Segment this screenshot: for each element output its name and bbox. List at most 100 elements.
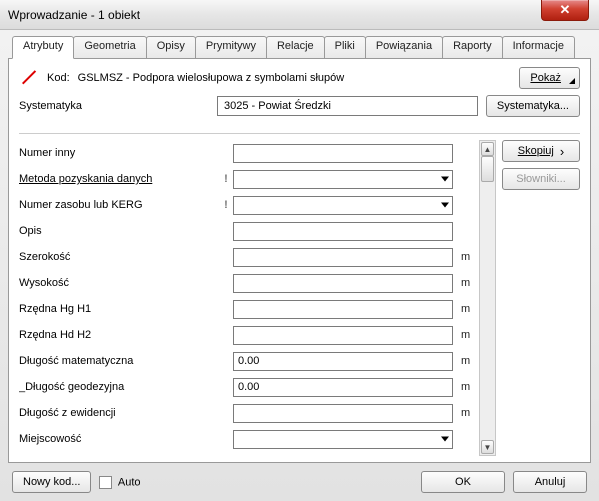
- vertical-scrollbar[interactable]: ▲ ▼: [479, 140, 496, 456]
- combo-input[interactable]: [233, 430, 453, 449]
- attribute-field: [233, 430, 453, 449]
- kod-row: Kod: GSLMSZ - Podpora wielosłupowa z sym…: [19, 67, 580, 89]
- dialog-body: Atrybuty Geometria Opisy Prymitywy Relac…: [0, 30, 599, 501]
- attribute-field: [233, 222, 453, 241]
- skopiuj-label: Skopiuj: [518, 145, 554, 157]
- tab-strip: Atrybuty Geometria Opisy Prymitywy Relac…: [12, 36, 591, 58]
- attribute-field: [233, 274, 453, 293]
- ok-button[interactable]: OK: [421, 471, 505, 493]
- attribute-row: Długość z ewidencji m: [19, 400, 479, 426]
- unit-label: m: [453, 407, 479, 419]
- separator: [19, 133, 580, 134]
- tab-relacje[interactable]: Relacje: [266, 36, 325, 58]
- attribute-label: Długość matematyczna: [19, 355, 219, 367]
- attribute-row: Miejscowość: [19, 426, 479, 452]
- text-input[interactable]: [233, 326, 453, 345]
- attribute-row: Metoda pozyskania danych!: [19, 166, 479, 192]
- attribute-label: Opis: [19, 225, 219, 237]
- slowniki-button[interactable]: Słowniki...: [502, 168, 580, 190]
- unit-label: m: [453, 303, 479, 315]
- attribute-label: Wysokość: [19, 277, 219, 289]
- scroll-up-icon[interactable]: ▲: [481, 142, 494, 156]
- auto-checkbox-label[interactable]: Auto: [99, 476, 140, 489]
- bottom-bar: Nowy kod... Auto OK Anuluj: [8, 463, 591, 493]
- attribute-row: Długość matematycznam: [19, 348, 479, 374]
- attribute-label: Szerokość: [19, 251, 219, 263]
- text-input[interactable]: [233, 352, 453, 371]
- attribute-label: Numer zasobu lub KERG: [19, 199, 219, 211]
- title-bar: Wprowadzanie - 1 obiekt: [0, 0, 599, 30]
- attribute-row: Opis: [19, 218, 479, 244]
- auto-text: Auto: [118, 476, 141, 488]
- side-buttons: Skopiuj Słowniki...: [502, 140, 580, 456]
- attribute-field: [233, 170, 453, 189]
- attribute-row: Rzędna Hg H1 m: [19, 296, 479, 322]
- tab-panel: Kod: GSLMSZ - Podpora wielosłupowa z sym…: [8, 58, 591, 463]
- text-input[interactable]: [233, 300, 453, 319]
- chevron-right-icon: [558, 144, 564, 159]
- scroll-thumb[interactable]: [481, 156, 494, 182]
- auto-checkbox[interactable]: [99, 476, 112, 489]
- combo-input[interactable]: [233, 196, 453, 215]
- pokaz-label: Pokaż: [530, 72, 561, 84]
- attribute-field: [233, 196, 453, 215]
- unit-label: m: [453, 329, 479, 341]
- tab-atrybuty[interactable]: Atrybuty: [12, 36, 74, 59]
- attribute-label: Metoda pozyskania danych: [19, 173, 219, 185]
- unit-label: m: [453, 251, 479, 263]
- tab-powiazania[interactable]: Powiązania: [365, 36, 443, 58]
- text-input[interactable]: [233, 222, 453, 241]
- skopiuj-button[interactable]: Skopiuj: [502, 140, 580, 162]
- kod-value: GSLMSZ - Podpora wielosłupowa z symbolam…: [78, 72, 512, 84]
- attribute-label: Rzędna Hg H1: [19, 303, 219, 315]
- attribute-label: _Długość geodezyjna: [19, 381, 219, 393]
- kod-label: Kod:: [47, 72, 70, 84]
- tab-informacje[interactable]: Informacje: [502, 36, 575, 58]
- tab-opisy[interactable]: Opisy: [146, 36, 196, 58]
- text-input[interactable]: [233, 274, 453, 293]
- scroll-track[interactable]: [481, 156, 494, 440]
- systematyka-button[interactable]: Systematyka...: [486, 95, 580, 117]
- tab-geometria[interactable]: Geometria: [73, 36, 146, 58]
- systematyka-label: Systematyka: [19, 100, 209, 112]
- close-icon[interactable]: [541, 0, 589, 21]
- tab-prymitywy[interactable]: Prymitywy: [195, 36, 267, 58]
- text-input[interactable]: [233, 248, 453, 267]
- attribute-field: [233, 404, 453, 423]
- systematyka-field[interactable]: 3025 - Powiat Średzki: [217, 96, 478, 116]
- attribute-label: Numer inny: [19, 147, 219, 159]
- unit-label: m: [453, 381, 479, 393]
- attribute-row: Szerokość m: [19, 244, 479, 270]
- attribute-row: _Długość geodezyjna m: [19, 374, 479, 400]
- text-input[interactable]: [233, 404, 453, 423]
- attribute-label: Długość z ewidencji: [19, 407, 219, 419]
- tab-raporty[interactable]: Raporty: [442, 36, 503, 58]
- required-mark-icon: !: [219, 173, 233, 185]
- nowy-kod-button[interactable]: Nowy kod...: [12, 471, 91, 493]
- unit-label: m: [453, 277, 479, 289]
- systematyka-row: Systematyka 3025 - Powiat Średzki System…: [19, 95, 580, 117]
- attribute-field: [233, 378, 453, 397]
- text-input[interactable]: [233, 144, 453, 163]
- attribute-field: [233, 326, 453, 345]
- required-mark-icon: !: [219, 199, 233, 211]
- window-title: Wprowadzanie - 1 obiekt: [8, 8, 599, 22]
- text-input[interactable]: [233, 378, 453, 397]
- attribute-row: Wysokość m: [19, 270, 479, 296]
- attribute-field: [233, 248, 453, 267]
- attribute-label: Rzędna Hd H2: [19, 329, 219, 341]
- combo-input[interactable]: [233, 170, 453, 189]
- pokaz-button[interactable]: Pokaż: [519, 67, 580, 89]
- attribute-field: [233, 352, 453, 371]
- anuluj-button[interactable]: Anuluj: [513, 471, 587, 493]
- attribute-field: [233, 144, 453, 163]
- attribute-scroll: Numer innyMetoda pozyskania danych!Numer…: [19, 140, 496, 456]
- attribute-area: Numer innyMetoda pozyskania danych!Numer…: [19, 140, 580, 456]
- scroll-down-icon[interactable]: ▼: [481, 440, 494, 454]
- attribute-row: Numer zasobu lub KERG!: [19, 192, 479, 218]
- attribute-field: [233, 300, 453, 319]
- attribute-table: Numer innyMetoda pozyskania danych!Numer…: [19, 140, 479, 456]
- systematyka-value: 3025 - Powiat Średzki: [224, 100, 331, 112]
- symbol-icon: [19, 69, 39, 87]
- tab-pliki[interactable]: Pliki: [324, 36, 366, 58]
